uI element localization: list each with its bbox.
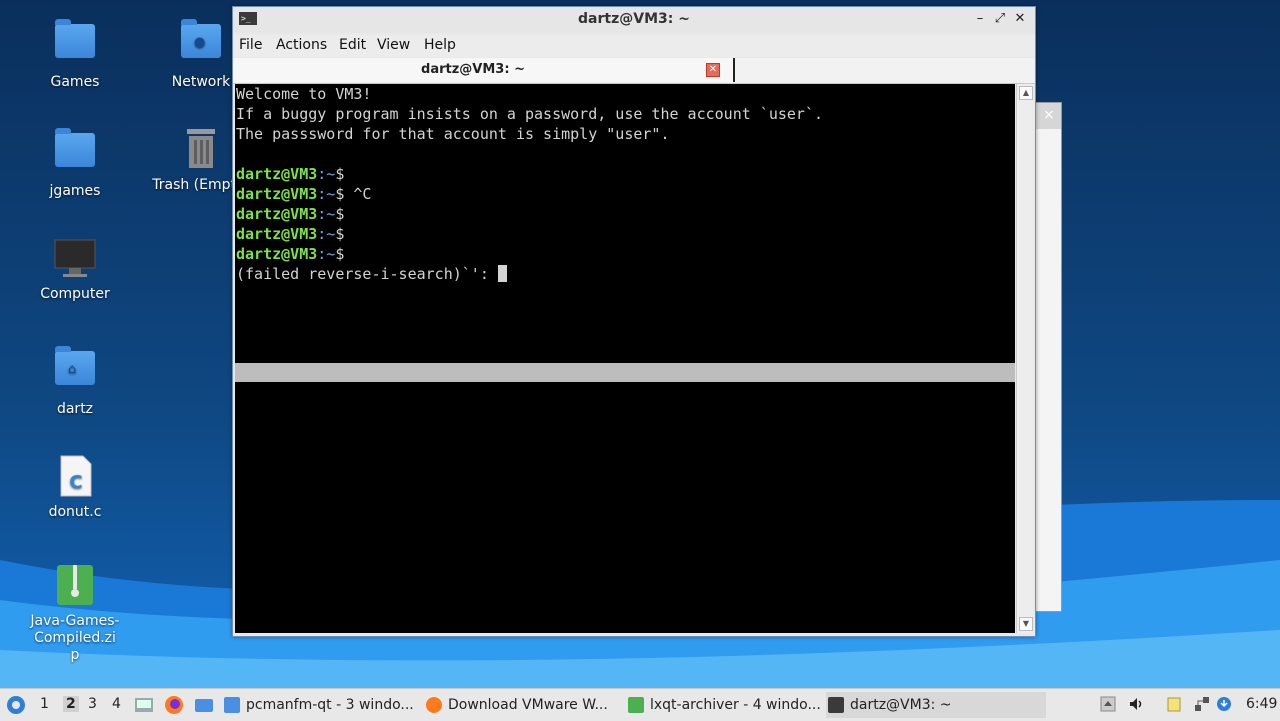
network-folder-icon: ● xyxy=(181,19,221,58)
terminal-icon xyxy=(828,697,844,713)
tab-close-icon[interactable]: ✕ xyxy=(706,63,720,77)
desktop-icon-dartz[interactable]: ⌂ dartz xyxy=(20,345,130,418)
desktop-icon-java-games-zip[interactable]: Java-Games-Compiled.zip xyxy=(20,563,130,664)
desktop-icon-donut-c[interactable]: C donut.c xyxy=(20,454,130,521)
close-button[interactable]: ✕ xyxy=(1011,10,1029,28)
prompt-line: dartz@VM3:~$ xyxy=(236,224,344,244)
prompt-command: ^C xyxy=(344,185,372,203)
terminal-window[interactable]: >_ dartz@VM3: ~ – ⤢ ✕ File Actions Edit … xyxy=(232,6,1036,637)
file-manager-icon[interactable] xyxy=(194,695,214,715)
prompt-path: :~ xyxy=(317,225,336,243)
task-firefox[interactable]: Download VMware W... xyxy=(424,692,644,718)
terminal-scrollbar[interactable]: ▲ ▼ xyxy=(1016,84,1033,633)
task-lxqt-archiver[interactable]: lxqt-archiver - 4 windo... xyxy=(626,692,846,718)
welcome-line: The passsword for that account is simply… xyxy=(236,125,670,143)
welcome-line: Welcome to VM3! xyxy=(236,85,372,103)
prompt-line: dartz@VM3:~$ ^C xyxy=(236,184,371,204)
desktop-icon-label: donut.c xyxy=(48,504,102,520)
desktop-switch-1[interactable]: 1 xyxy=(40,696,49,712)
folder-icon xyxy=(224,697,240,713)
computer-icon xyxy=(54,239,96,277)
folder-icon xyxy=(55,128,95,167)
home-folder-icon: ⌂ xyxy=(55,346,95,385)
svg-text:C: C xyxy=(69,472,82,493)
menu-edit[interactable]: Edit xyxy=(339,37,366,53)
prompt-line: dartz@VM3:~$ xyxy=(236,204,344,224)
task-label: Download VMware W... xyxy=(448,697,608,713)
window-title: dartz@VM3: ~ xyxy=(578,11,690,27)
prompt-path: :~ xyxy=(317,185,336,203)
prompt-user: dartz@VM3 xyxy=(236,205,318,223)
terminal-output[interactable]: Welcome to VM3! If a buggy program insis… xyxy=(235,84,1015,633)
task-terminal[interactable]: dartz@VM3: ~ xyxy=(826,692,1046,718)
desktop-icon-label: Computer xyxy=(40,286,110,302)
desktop-icon-label: Java-Games-Compiled.zip xyxy=(30,613,120,663)
archive-icon xyxy=(628,697,644,713)
c-source-file-icon: C xyxy=(60,455,92,497)
desktop-switch-4[interactable]: 4 xyxy=(112,696,121,712)
prompt-line: dartz@VM3:~$ xyxy=(236,164,344,184)
window-titlebar[interactable]: >_ dartz@VM3: ~ – ⤢ ✕ xyxy=(233,7,1035,33)
menu-actions[interactable]: Actions xyxy=(276,37,327,53)
text-cursor xyxy=(497,265,507,282)
minimize-button[interactable]: – xyxy=(971,10,989,28)
scroll-down-icon[interactable]: ▼ xyxy=(1019,617,1033,631)
tab-terminal[interactable]: dartz@VM3: ~ ✕ xyxy=(233,58,735,82)
desktop-switch-2[interactable]: 2 xyxy=(63,696,79,712)
desktop-switch-3[interactable]: 3 xyxy=(88,696,97,712)
desktop-icon-label: dartz xyxy=(56,401,94,417)
prompt-user: dartz@VM3 xyxy=(236,165,318,183)
scroll-up-icon[interactable]: ▲ xyxy=(1019,86,1033,100)
menu-file[interactable]: File xyxy=(239,37,262,53)
prompt-symbol: $ xyxy=(335,225,345,243)
prompt-user: dartz@VM3 xyxy=(236,245,318,263)
task-label: dartz@VM3: ~ xyxy=(850,697,952,713)
prompt-path: :~ xyxy=(317,245,336,263)
start-menu-icon[interactable] xyxy=(6,695,26,715)
prompt-path: :~ xyxy=(317,205,336,223)
trash-icon xyxy=(187,129,215,168)
menu-bar: File Actions Edit View Help xyxy=(233,35,1035,57)
task-label: pcmanfm-qt - 3 windo... xyxy=(246,697,414,713)
terminal-highlight-band xyxy=(235,363,1015,382)
show-desktop-icon[interactable] xyxy=(134,695,154,715)
clipboard-icon[interactable] xyxy=(1166,696,1182,712)
maximize-button[interactable]: ⤢ xyxy=(991,10,1009,28)
search-line: (failed reverse-i-search)`': xyxy=(236,264,507,284)
desktop-icon-label: jgames xyxy=(49,183,101,199)
folder-icon xyxy=(55,19,95,58)
desktop-icon-games[interactable]: Games xyxy=(20,18,130,91)
update-notifier-icon[interactable] xyxy=(1216,696,1232,712)
prompt-user: dartz@VM3 xyxy=(236,185,318,203)
tab-bar: dartz@VM3: ~ ✕ xyxy=(233,58,1035,84)
desktop-icon-computer[interactable]: Computer xyxy=(20,236,130,303)
taskbar: 1 2 3 4 pcmanfm-qt - 3 windo... Download… xyxy=(0,688,1280,721)
prompt-symbol: $ xyxy=(335,205,345,223)
search-prompt: (failed reverse-i-search)`': xyxy=(236,265,498,283)
task-label: lxqt-archiver - 4 windo... xyxy=(650,697,821,713)
tab-label: dartz@VM3: ~ xyxy=(421,62,525,77)
tray-expand-icon[interactable] xyxy=(1100,696,1116,712)
network-icon[interactable] xyxy=(1194,696,1210,712)
firefox-icon xyxy=(426,697,442,713)
welcome-line: If a buggy program insists on a password… xyxy=(236,105,823,123)
firefox-icon[interactable] xyxy=(164,695,184,715)
desktop-icon-jgames[interactable]: jgames xyxy=(20,127,130,200)
volume-icon[interactable] xyxy=(1128,696,1144,712)
prompt-line: dartz@VM3:~$ xyxy=(236,244,344,264)
prompt-user: dartz@VM3 xyxy=(236,225,318,243)
menu-help[interactable]: Help xyxy=(424,37,456,53)
task-pcmanfm[interactable]: pcmanfm-qt - 3 windo... xyxy=(222,692,442,718)
zip-archive-icon xyxy=(57,565,93,605)
prompt-path: :~ xyxy=(317,165,336,183)
desktop-icon-label: Games xyxy=(50,74,100,90)
menu-view[interactable]: View xyxy=(377,37,410,53)
prompt-symbol: $ xyxy=(335,245,345,263)
prompt-symbol: $ xyxy=(335,165,345,183)
clock[interactable]: 6:49 xyxy=(1246,696,1277,712)
close-icon[interactable]: × xyxy=(1043,107,1055,123)
